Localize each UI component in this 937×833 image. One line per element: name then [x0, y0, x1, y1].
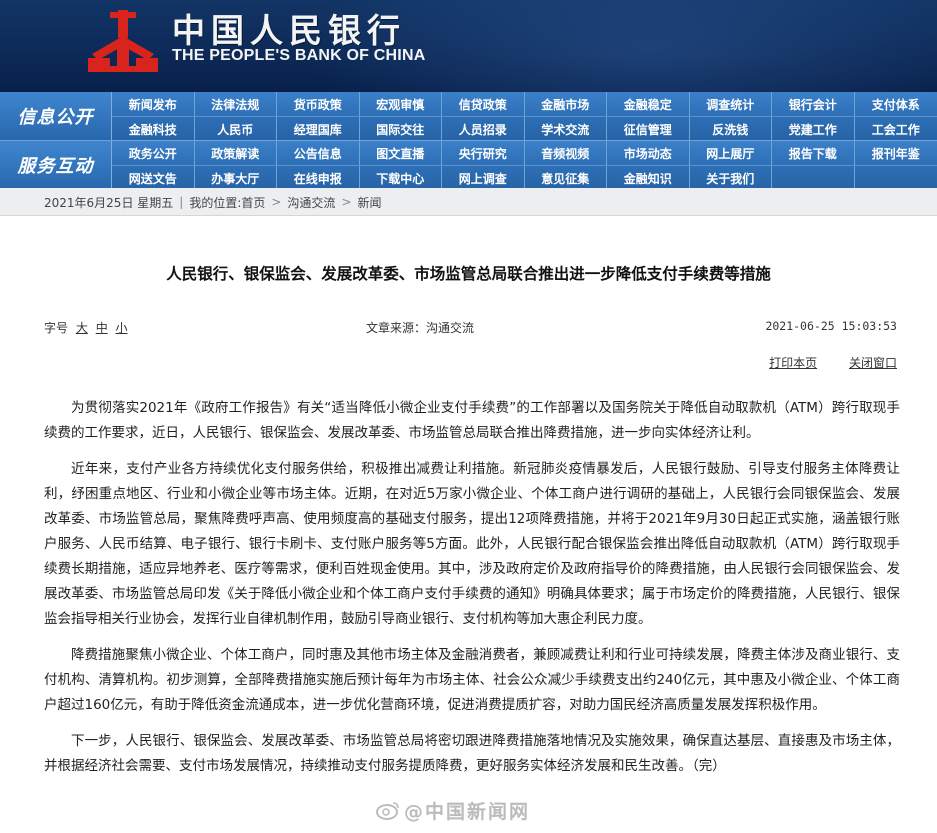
nav-item[interactable]: 金融稳定	[607, 92, 690, 116]
breadcrumb-home-link[interactable]: 我的位置:首页	[189, 194, 265, 211]
nav-item[interactable]: 货币政策	[277, 92, 360, 116]
current-date: 2021年6月25日 星期五	[44, 195, 174, 210]
article-datetime: 2021-06-25 15:03:53	[765, 319, 897, 333]
nav-item[interactable]: 央行研究	[442, 141, 525, 165]
nav-item[interactable]: 政务公开	[112, 141, 195, 165]
article-paragraph: 下一步，人民银行、银保监会、发展改革委、市场监管总局将密切跟进降费措施落地情况及…	[44, 733, 900, 774]
nav-item[interactable]: 在线申报	[277, 166, 360, 190]
nav-item-empty	[772, 166, 855, 190]
nav-item[interactable]: 市场动态	[607, 141, 690, 165]
nav-item[interactable]: 宏观审慎	[360, 92, 442, 116]
nav-section-label-service: 服务互动	[0, 141, 112, 189]
nav-item[interactable]: 新闻发布	[112, 92, 195, 116]
breadcrumb-link-communication[interactable]: 沟通交流	[287, 194, 335, 211]
nav-item[interactable]: 网送文告	[112, 166, 195, 190]
nav-section-service: 服务互动 政务公开 政策解读 公告信息 图文直播 央行研究 音频视频 市场动态 …	[0, 140, 937, 190]
weibo-icon	[376, 802, 399, 820]
nav-item[interactable]: 国际交往	[360, 117, 442, 141]
article-tools: 打印本页 关闭窗口	[741, 354, 897, 371]
site-title-cn[interactable]: 中国人民银行	[172, 4, 406, 52]
nav-item[interactable]: 下载中心	[360, 166, 442, 190]
nav-item[interactable]: 金融知识	[607, 166, 690, 190]
breadcrumb-bar: 2021年6月25日 星期五 | 我的位置:首页 > 沟通交流 > 新闻	[0, 188, 937, 216]
nav-row-3: 政务公开 政策解读 公告信息 图文直播 央行研究 音频视频 市场动态 网上展厅 …	[112, 141, 937, 165]
header-banner: 中国人民银行 THE PEOPLE'S BANK OF CHINA	[0, 0, 937, 92]
breadcrumb-separator: |	[179, 195, 184, 209]
pboc-emblem-icon	[88, 10, 158, 72]
nav-item[interactable]: 意见征集	[525, 166, 607, 190]
nav-item[interactable]: 报刊年鉴	[855, 141, 937, 165]
article-body: 为贯彻落实2021年《政府工作报告》有关“适当降低小微企业支付手续费”的工作部署…	[44, 396, 900, 790]
font-size-small-link[interactable]: 小	[116, 321, 128, 335]
nav-item[interactable]: 学术交流	[525, 117, 607, 141]
font-size-medium-link[interactable]: 中	[96, 321, 108, 335]
main-navigation: 信息公开 新闻发布 法律法规 货币政策 宏观审慎 信贷政策 金融市场 金融稳定 …	[0, 92, 937, 190]
print-page-link[interactable]: 打印本页	[769, 356, 817, 370]
nav-item[interactable]: 支付体系	[855, 92, 937, 116]
watermark-text: @中国新闻网	[404, 800, 531, 823]
nav-row-2: 金融科技 人民币 经理国库 国际交往 人员招录 学术交流 征信管理 反洗钱 党建…	[112, 116, 937, 141]
close-window-link[interactable]: 关闭窗口	[849, 356, 897, 370]
nav-item[interactable]: 征信管理	[607, 117, 690, 141]
article-paragraph: 降费措施聚焦小微企业、个体工商户，同时惠及其他市场主体及金融消费者，兼顾减费让利…	[44, 647, 900, 713]
nav-item[interactable]: 党建工作	[772, 117, 855, 141]
nav-item[interactable]: 法律法规	[195, 92, 277, 116]
nav-item[interactable]: 调查统计	[690, 92, 772, 116]
nav-item[interactable]: 金融科技	[112, 117, 195, 141]
nav-item[interactable]: 报告下载	[772, 141, 855, 165]
nav-item[interactable]: 反洗钱	[690, 117, 772, 141]
font-size-label: 字号	[44, 321, 69, 335]
nav-item[interactable]: 办事大厅	[195, 166, 277, 190]
breadcrumb-separator: >	[341, 195, 352, 209]
nav-item[interactable]: 政策解读	[195, 141, 277, 165]
nav-item[interactable]: 人民币	[195, 117, 277, 141]
article-source: 文章来源：沟通交流	[366, 321, 475, 335]
breadcrumb: 2021年6月25日 星期五 | 我的位置:首页 > 沟通交流 > 新闻	[44, 188, 784, 216]
site-title-en: THE PEOPLE'S BANK OF CHINA	[172, 47, 426, 64]
nav-item[interactable]: 网上展厅	[690, 141, 772, 165]
nav-item[interactable]: 音频视频	[525, 141, 607, 165]
nav-row-1: 新闻发布 法律法规 货币政策 宏观审慎 信贷政策 金融市场 金融稳定 调查统计 …	[112, 92, 937, 116]
nav-row-4: 网送文告 办事大厅 在线申报 下载中心 网上调查 意见征集 金融知识 关于我们	[112, 165, 937, 190]
nav-item[interactable]: 人员招录	[442, 117, 525, 141]
breadcrumb-link-news[interactable]: 新闻	[358, 194, 382, 211]
article-paragraph: 近年来，支付产业各方持续优化支付服务供给，积极推出减费让利措施。新冠肺炎疫情暴发…	[44, 461, 900, 627]
nav-item[interactable]: 金融市场	[525, 92, 607, 116]
breadcrumb-separator: >	[271, 195, 282, 209]
article-title: 人民银行、银保监会、发展改革委、市场监管总局联合推出进一步降低支付手续费等措施	[166, 265, 771, 283]
article-meta: 字号 大 中 小 文章来源：沟通交流 2021-06-25 15:03:53	[44, 319, 897, 337]
font-size-switcher: 字号 大 中 小	[44, 319, 128, 336]
article-paragraph: 为贯彻落实2021年《政府工作报告》有关“适当降低小微企业支付手续费”的工作部署…	[44, 400, 900, 441]
source-watermark: @中国新闻网	[376, 797, 530, 823]
nav-item[interactable]: 信贷政策	[442, 92, 525, 116]
nav-item[interactable]: 公告信息	[277, 141, 360, 165]
nav-item[interactable]: 图文直播	[360, 141, 442, 165]
font-size-large-link[interactable]: 大	[76, 321, 88, 335]
nav-item[interactable]: 工会工作	[855, 117, 937, 141]
nav-item-empty	[855, 166, 937, 190]
nav-item[interactable]: 经理国库	[277, 117, 360, 141]
nav-item[interactable]: 网上调查	[442, 166, 525, 190]
nav-item[interactable]: 关于我们	[690, 166, 772, 190]
nav-section-info: 信息公开 新闻发布 法律法规 货币政策 宏观审慎 信贷政策 金融市场 金融稳定 …	[0, 92, 937, 141]
nav-item[interactable]: 银行会计	[772, 92, 855, 116]
nav-section-label-info: 信息公开	[0, 92, 112, 140]
